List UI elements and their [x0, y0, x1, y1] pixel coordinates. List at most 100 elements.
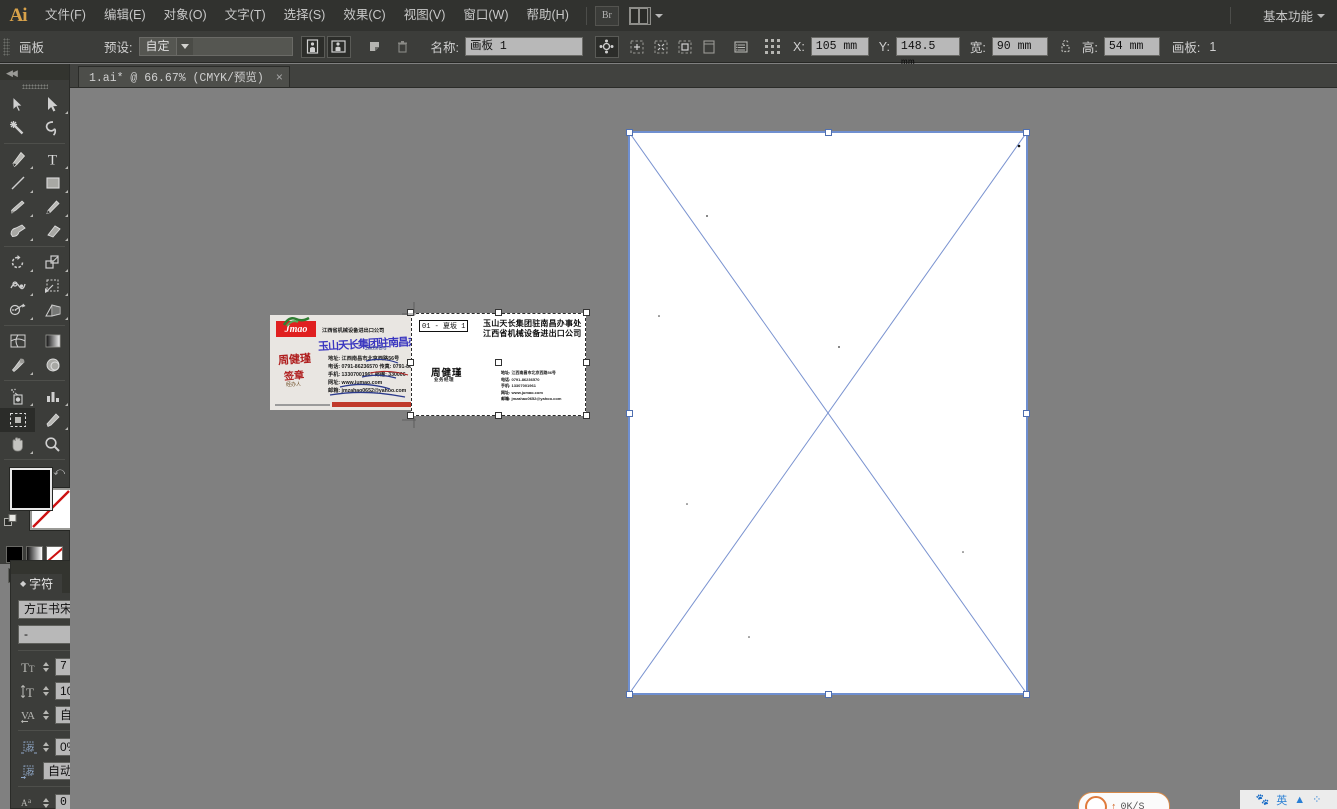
hand-tool[interactable] [0, 432, 35, 456]
artboard-fit-icon[interactable] [649, 36, 673, 58]
perspective-grid-tool[interactable] [35, 298, 70, 322]
symbol-sprayer-tool[interactable] [0, 384, 35, 408]
type-tool[interactable]: T [35, 147, 70, 171]
blend-tool[interactable] [35, 353, 70, 377]
slice-tool[interactable] [35, 408, 70, 432]
column-graph-tool[interactable] [35, 384, 70, 408]
collapse-panel-icon[interactable]: ◀◀ [6, 68, 18, 79]
arrange-documents-icon[interactable] [628, 6, 651, 25]
workspace-label: 基本功能 [1262, 10, 1313, 24]
tray-dots-icon[interactable]: ⁘ [1312, 793, 1321, 806]
tools-panel-header[interactable]: ◀◀ [0, 64, 69, 80]
eraser-tool[interactable] [35, 219, 70, 243]
selection-tool[interactable] [0, 92, 35, 116]
lasso-tool[interactable] [35, 116, 70, 140]
kerning-stepper[interactable] [43, 706, 52, 724]
paintbrush-tool[interactable] [0, 195, 35, 219]
delete-artboard-button[interactable] [391, 36, 415, 58]
y-input[interactable]: 148.5 mm [895, 37, 960, 70]
font-size-icon: TT [18, 658, 40, 676]
artboard-handle-tl[interactable] [626, 129, 633, 136]
artboard-handle-bc[interactable] [824, 691, 832, 698]
scanned-business-card-image[interactable]: Jmao 江西省机械设备进出口公司 玉山天长集团驻南昌办事处 2009/8/6 … [270, 315, 420, 410]
mesh-tool[interactable] [0, 329, 35, 353]
network-speed-popup[interactable]: ↑ 0K/S [1078, 792, 1170, 809]
artboard-handle-ml[interactable] [626, 410, 633, 417]
artboard-list-icon[interactable] [729, 36, 753, 58]
artboard-handle-tr[interactable] [1023, 129, 1030, 136]
artboard-options-button[interactable] [594, 35, 619, 58]
tray-arrow-icon[interactable]: ▲ [1294, 794, 1305, 806]
menu-select[interactable]: 选择(S) [275, 0, 335, 31]
fill-swatch[interactable] [10, 468, 52, 510]
preset-select[interactable]: 自定 [138, 37, 293, 56]
tab-character[interactable]: ◆ 字符 [11, 574, 63, 593]
vertical-scale-icon: T [18, 682, 40, 700]
eyedropper-tool[interactable] [0, 353, 35, 377]
tools-panel-grip[interactable] [21, 84, 48, 89]
move-copy-artwork-icon[interactable] [625, 36, 649, 58]
menu-file[interactable]: 文件(F) [36, 0, 95, 31]
artboard-handle-br[interactable] [1023, 691, 1030, 698]
baseline-shift-stepper[interactable] [43, 794, 52, 809]
pencil-tool[interactable] [35, 195, 70, 219]
x-input[interactable]: 105 mm [810, 37, 869, 56]
menu-object[interactable]: 对象(O) [155, 0, 216, 31]
shape-builder-tool[interactable] [0, 298, 35, 322]
menu-edit[interactable]: 编辑(E) [95, 0, 155, 31]
new-artboard-button[interactable] [363, 36, 387, 58]
arrange-chevron-down-icon[interactable] [654, 13, 663, 18]
rectangle-tool[interactable] [35, 171, 70, 195]
width-tool[interactable] [0, 274, 35, 298]
default-fill-stroke-icon[interactable] [4, 514, 19, 534]
artboard-handle-tc[interactable] [824, 129, 832, 136]
workspace-switcher[interactable]: 基本功能 [1263, 0, 1325, 31]
menu-window[interactable]: 窗口(W) [454, 0, 517, 31]
workspace-divider [1230, 7, 1231, 24]
artboard-tool[interactable] [0, 408, 35, 432]
svg-text:T: T [29, 664, 35, 674]
lock-proportions-icon[interactable] [1054, 36, 1078, 58]
menu-help[interactable]: 帮助(H) [518, 0, 578, 31]
document-tab[interactable]: 1.ai* @ 66.67% (CMYK/预览) × [78, 66, 290, 87]
direct-selection-tool[interactable] [35, 92, 70, 116]
menu-effect[interactable]: 效果(C) [334, 0, 394, 31]
font-size-stepper[interactable] [43, 658, 52, 676]
artboard-handle-bl[interactable] [626, 691, 633, 698]
canvas-area[interactable]: Jmao 江西省机械设备进出口公司 玉山天长集团驻南昌办事处 2009/8/6 … [70, 88, 1337, 809]
input-method-icon[interactable]: 英 [1276, 792, 1287, 808]
scale-tool[interactable] [35, 250, 70, 274]
artboard-display-icon[interactable] [697, 36, 721, 58]
height-input[interactable]: 54 mm [1103, 37, 1160, 56]
width-input[interactable]: 90 mm [991, 37, 1048, 56]
reference-point-icon[interactable] [761, 36, 785, 58]
artboard-name-input[interactable]: 画板 1 [464, 37, 583, 56]
menu-type[interactable]: 文字(T) [216, 0, 275, 31]
y-label: Y: [878, 39, 890, 54]
landscape-orientation-button[interactable] [326, 35, 351, 58]
rotate-tool[interactable] [0, 250, 35, 274]
control-bar-grip[interactable] [3, 37, 10, 56]
menu-view[interactable]: 视图(V) [395, 0, 455, 31]
free-transform-tool[interactable] [35, 274, 70, 298]
tsume-stepper[interactable] [43, 738, 52, 756]
pen-tool[interactable] [0, 147, 35, 171]
workspace-chevron-down-icon[interactable] [1317, 13, 1325, 18]
portrait-orientation-button[interactable] [300, 35, 325, 58]
artboard-1[interactable] [628, 131, 1028, 695]
magic-wand-tool[interactable] [0, 116, 35, 140]
close-icon[interactable]: × [276, 70, 283, 84]
artboard-specks [658, 144, 1021, 638]
vertical-scale-stepper[interactable] [43, 682, 52, 700]
bridge-icon[interactable]: Br [594, 5, 619, 26]
gradient-tool[interactable] [35, 329, 70, 353]
swap-fill-stroke-icon[interactable]: ⤺ [53, 466, 65, 479]
zoom-tool[interactable] [35, 432, 70, 456]
artboard-handle-mr[interactable] [1023, 410, 1030, 417]
artboard-center-icon[interactable] [673, 36, 697, 58]
blob-brush-tool[interactable] [0, 219, 35, 243]
baidu-icon[interactable]: 🐾 [1256, 793, 1270, 806]
line-segment-tool[interactable] [0, 171, 35, 195]
preset-chevron-down-icon[interactable] [175, 38, 193, 55]
tool-grid-5 [0, 384, 69, 456]
